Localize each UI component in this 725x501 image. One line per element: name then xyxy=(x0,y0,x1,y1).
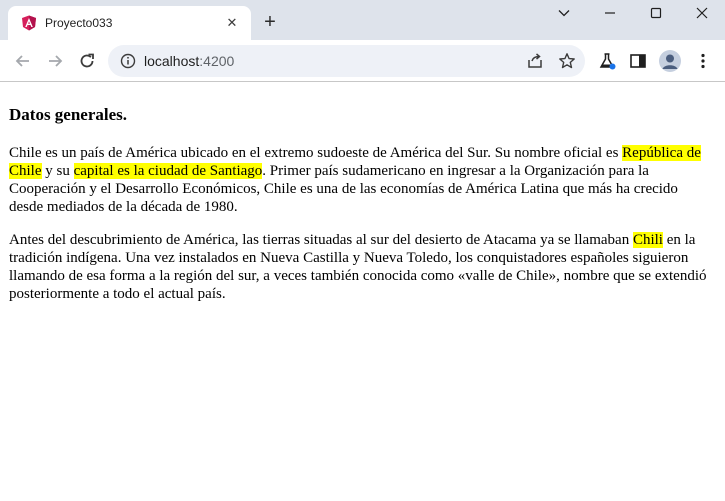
share-icon[interactable] xyxy=(526,52,544,70)
window-close-icon[interactable] xyxy=(679,0,725,26)
angular-favicon-icon xyxy=(22,15,36,31)
paragraph-text: y su xyxy=(41,163,74,179)
menu-dots-icon[interactable] xyxy=(693,51,713,71)
back-arrow-icon[interactable] xyxy=(13,51,33,71)
site-info-icon[interactable] xyxy=(120,53,136,69)
paragraph-text: Antes del descubrimiento de América, las… xyxy=(9,232,633,248)
page-content: Datos generales. Chile es un país de Amé… xyxy=(0,83,725,501)
chevron-down-icon[interactable] xyxy=(541,0,587,26)
highlight-capital-santiago: capital es la ciudad de Santiago xyxy=(73,163,263,179)
profile-avatar-icon[interactable] xyxy=(659,50,681,72)
minimize-icon[interactable] xyxy=(587,0,633,26)
tab-strip: Proyecto033 ✕ + xyxy=(0,0,725,40)
url-port: :4200 xyxy=(199,53,235,69)
reload-icon[interactable] xyxy=(77,51,97,71)
tab-close-icon[interactable]: ✕ xyxy=(223,14,241,32)
address-bar[interactable]: localhost:4200 xyxy=(108,45,585,77)
forward-arrow-icon[interactable] xyxy=(45,51,65,71)
maximize-icon[interactable] xyxy=(633,0,679,26)
address-url: localhost:4200 xyxy=(144,53,234,69)
side-panel-icon[interactable] xyxy=(628,51,648,71)
browser-tab[interactable]: Proyecto033 ✕ xyxy=(8,6,251,40)
new-tab-icon[interactable]: + xyxy=(260,12,280,32)
highlight-chili: Chili xyxy=(632,232,663,248)
labs-flask-icon[interactable] xyxy=(597,51,617,71)
browser-toolbar: localhost:4200 xyxy=(0,40,725,82)
page-heading: Datos generales. xyxy=(9,105,128,124)
paragraph-chile-overview: Chile es un país de América ubicado en e… xyxy=(9,144,715,216)
tab-title: Proyecto033 xyxy=(45,16,113,30)
paragraph-text: Chile es un país de América ubicado en e… xyxy=(9,145,623,161)
bookmark-star-icon[interactable] xyxy=(558,52,576,70)
url-host: localhost xyxy=(144,53,200,69)
paragraph-chile-history: Antes del descubrimiento de América, las… xyxy=(9,231,715,303)
